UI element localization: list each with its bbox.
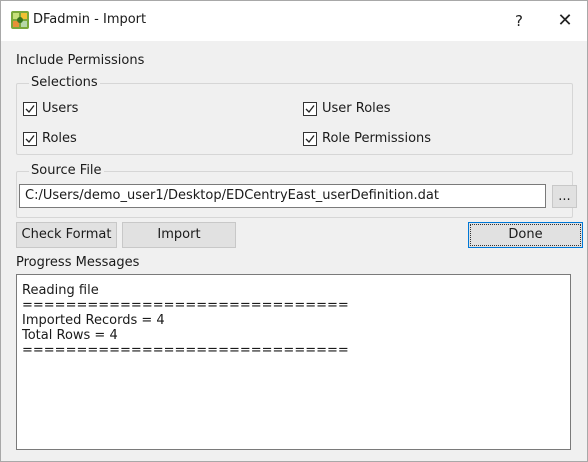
users-checkbox-label: Users bbox=[42, 101, 79, 116]
import-button[interactable]: Import bbox=[122, 222, 236, 248]
help-button[interactable]: ? bbox=[497, 1, 541, 41]
roles-checkbox-label: Roles bbox=[42, 131, 77, 146]
checkmark-icon bbox=[23, 131, 37, 146]
selections-group bbox=[16, 83, 573, 155]
checkmark-icon bbox=[23, 101, 37, 116]
progress-line: Reading file bbox=[22, 283, 99, 298]
role-permissions-checkbox[interactable]: Role Permissions bbox=[303, 131, 431, 146]
selections-label: Selections bbox=[29, 75, 100, 90]
user-roles-checkbox[interactable]: User Roles bbox=[303, 101, 391, 116]
roles-checkbox[interactable]: Roles bbox=[23, 131, 77, 146]
progress-line: ============================== bbox=[22, 298, 349, 313]
progress-line: Total Rows = 4 bbox=[22, 328, 118, 343]
checkmark-icon bbox=[303, 131, 317, 146]
check-format-button-label: Check Format bbox=[21, 227, 112, 242]
import-button-label: Import bbox=[157, 227, 201, 242]
window-title: DFadmin - Import bbox=[33, 12, 147, 27]
role-permissions-checkbox-label: Role Permissions bbox=[322, 131, 432, 146]
check-format-button[interactable]: Check Format bbox=[16, 222, 117, 248]
user-roles-checkbox-label: User Roles bbox=[322, 101, 391, 116]
close-button[interactable]: ✕ bbox=[543, 1, 587, 41]
users-checkbox[interactable]: Users bbox=[23, 101, 78, 116]
progress-line: ============================== bbox=[22, 343, 349, 358]
title-bar[interactable]: DFadmin - Import ? ✕ bbox=[1, 1, 587, 41]
include-permissions-heading: Include Permissions bbox=[16, 53, 145, 68]
checkmark-icon bbox=[303, 101, 317, 116]
progress-messages-box[interactable]: Reading file ===========================… bbox=[16, 274, 571, 450]
focus-ring bbox=[470, 224, 581, 246]
done-button[interactable]: Done bbox=[468, 222, 583, 248]
import-dialog: DFadmin - Import ? ✕ Include Permissions… bbox=[0, 0, 588, 462]
help-icon: ? bbox=[515, 12, 523, 30]
source-file-label: Source File bbox=[29, 163, 104, 178]
progress-line: Imported Records = 4 bbox=[22, 313, 165, 328]
progress-messages-label: Progress Messages bbox=[16, 255, 140, 270]
source-file-input[interactable]: C:/Users/demo_user1/Desktop/EDCentryEast… bbox=[19, 184, 546, 208]
close-icon: ✕ bbox=[557, 10, 573, 31]
browse-button-label: ... bbox=[558, 189, 571, 204]
browse-button[interactable]: ... bbox=[552, 185, 577, 208]
dfadmin-app-icon bbox=[11, 11, 29, 29]
